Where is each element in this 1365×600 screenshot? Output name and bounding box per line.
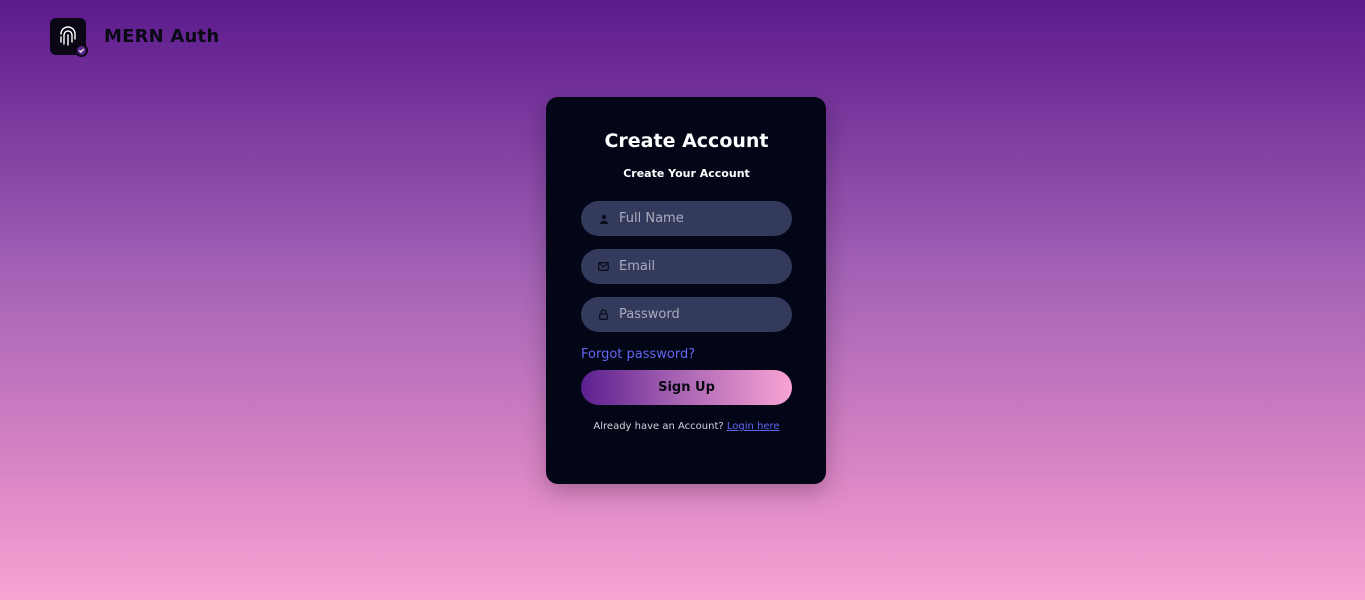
fingerprint-check-icon: [50, 18, 88, 57]
signup-card: Create Account Create Your Account Forgo…: [546, 97, 826, 484]
page-title: Create Account: [604, 130, 769, 152]
password-field[interactable]: [581, 297, 792, 332]
sign-up-button[interactable]: Sign Up: [581, 370, 792, 405]
login-prompt-text: Already have an Account?: [593, 421, 724, 432]
email-field[interactable]: [581, 249, 792, 284]
user-icon: [598, 213, 609, 224]
email-input[interactable]: [619, 259, 779, 274]
forgot-password-link[interactable]: Forgot password?: [581, 347, 792, 363]
full-name-field[interactable]: [581, 201, 792, 236]
mail-icon: [598, 261, 609, 272]
password-input[interactable]: [619, 307, 779, 322]
login-link[interactable]: Login here: [727, 421, 780, 432]
page-subtitle: Create Your Account: [623, 167, 750, 180]
login-prompt: Already have an Account? Login here: [581, 421, 792, 433]
brand-name: MERN Auth: [104, 26, 220, 47]
full-name-input[interactable]: [619, 211, 779, 226]
lock-icon: [598, 309, 609, 320]
brand-logo-link[interactable]: MERN Auth: [50, 18, 220, 57]
